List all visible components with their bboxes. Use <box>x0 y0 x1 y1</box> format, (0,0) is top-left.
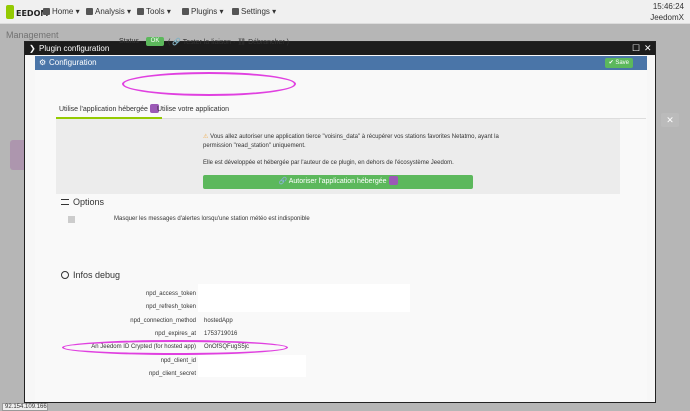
debug-label: npd_client_secret <box>148 371 196 377</box>
hide-alerts-checkbox[interactable] <box>68 216 75 223</box>
status-highlight-ellipse <box>122 72 296 96</box>
debug-label: npd_client_id <box>160 358 196 364</box>
user-menu[interactable]: JeedomX <box>650 13 684 22</box>
status-label: Status <box>119 38 139 45</box>
tab-own-label: Utilise votre application <box>157 106 229 113</box>
nav-tools-label: Tools <box>146 7 165 16</box>
background-button: ✕ <box>661 113 679 127</box>
tab-own-app[interactable]: Utilise votre application <box>154 100 232 119</box>
debug-heading: Infos debug <box>61 270 120 280</box>
debug-label: npd_access_token <box>145 291 196 297</box>
logo-mark-icon <box>6 5 14 19</box>
status-badge: OK <box>146 37 164 46</box>
client-field <box>198 355 306 377</box>
debug-label: npd_connection_method <box>130 318 196 324</box>
hide-alerts-label: Masquer les messages d'alertes lorsqu'un… <box>114 216 310 222</box>
warning-text: ⚠ Vous allez autoriser une application t… <box>203 133 503 151</box>
warning-message: Vous allez autoriser une application tie… <box>203 134 499 149</box>
bug-icon <box>61 271 69 279</box>
save-label: Save <box>615 60 629 66</box>
configuration-header: ⚙ Configuration ✔ Save <box>35 56 647 70</box>
gear-icon: ⚙ <box>39 58 47 67</box>
nav-home-label: Home <box>52 7 74 16</box>
nav-analysis[interactable]: Analysis ▾ <box>86 7 131 16</box>
nav-tools[interactable]: Tools ▾ <box>137 7 171 16</box>
analysis-icon <box>86 8 93 15</box>
nav-plugins[interactable]: Plugins ▾ <box>182 7 224 16</box>
status-links[interactable]: ( 🔗 Tester la liaison · ⛓ Débrancher ) <box>168 38 289 46</box>
auth-tabs: Utilise l'application hébergée Utilise v… <box>56 100 646 119</box>
tab-hosted-label: Utilise l'application hébergée <box>59 106 148 113</box>
modal-title: Plugin configuration <box>39 44 110 53</box>
gear-icon <box>232 8 239 15</box>
nav-settings[interactable]: Settings ▾ <box>232 7 276 16</box>
debug-value: hostedApp <box>204 318 233 324</box>
tab-hosted-app[interactable]: Utilise l'application hébergée <box>56 100 162 119</box>
nav-settings-label: Settings <box>241 7 270 16</box>
wrench-icon <box>137 8 144 15</box>
nav-analysis-label: Analysis <box>95 7 125 16</box>
nav-plugins-label: Plugins <box>191 7 218 16</box>
developer-note: Elle est développée et hébergée par l'au… <box>203 160 454 166</box>
save-button[interactable]: ✔ Save <box>604 58 633 68</box>
options-title: Options <box>73 197 105 207</box>
top-navbar: EEDOM Home ▾ Analysis ▾ Tools ▾ Plugins … <box>0 0 690 24</box>
configuration-title: Configuration <box>49 58 97 67</box>
close-icon[interactable]: ✕ <box>644 42 652 55</box>
home-icon <box>43 8 50 15</box>
list-icon <box>61 199 69 205</box>
debug-label: npd_expires_at <box>154 331 196 337</box>
debug-value: 1753719016 <box>204 331 238 337</box>
authorize-hosted-app-button[interactable]: 🔗 Autoriser l'application hébergée <box>203 175 473 189</box>
debug-title: Infos debug <box>73 270 121 280</box>
options-heading: Options <box>61 197 104 207</box>
authorize-label: Autoriser l'application hébergée <box>288 178 387 185</box>
maximize-icon[interactable]: ☐ <box>632 42 640 55</box>
ip-address: 92.154.109.166 <box>2 403 48 411</box>
nav-home[interactable]: Home ▾ <box>43 7 80 16</box>
jeedom-logo[interactable]: EEDOM <box>6 5 48 19</box>
chevron-right-icon: ❯ <box>29 44 36 53</box>
plugins-icon <box>182 8 189 15</box>
jeedom-id-highlight-ellipse <box>62 340 288 355</box>
token-field <box>198 284 410 312</box>
warning-icon: ⚠ <box>203 134 209 140</box>
debug-label: npd_refresh_token <box>145 304 196 310</box>
plugin-icon <box>388 176 398 185</box>
clock: 15:46:24 <box>652 2 684 11</box>
